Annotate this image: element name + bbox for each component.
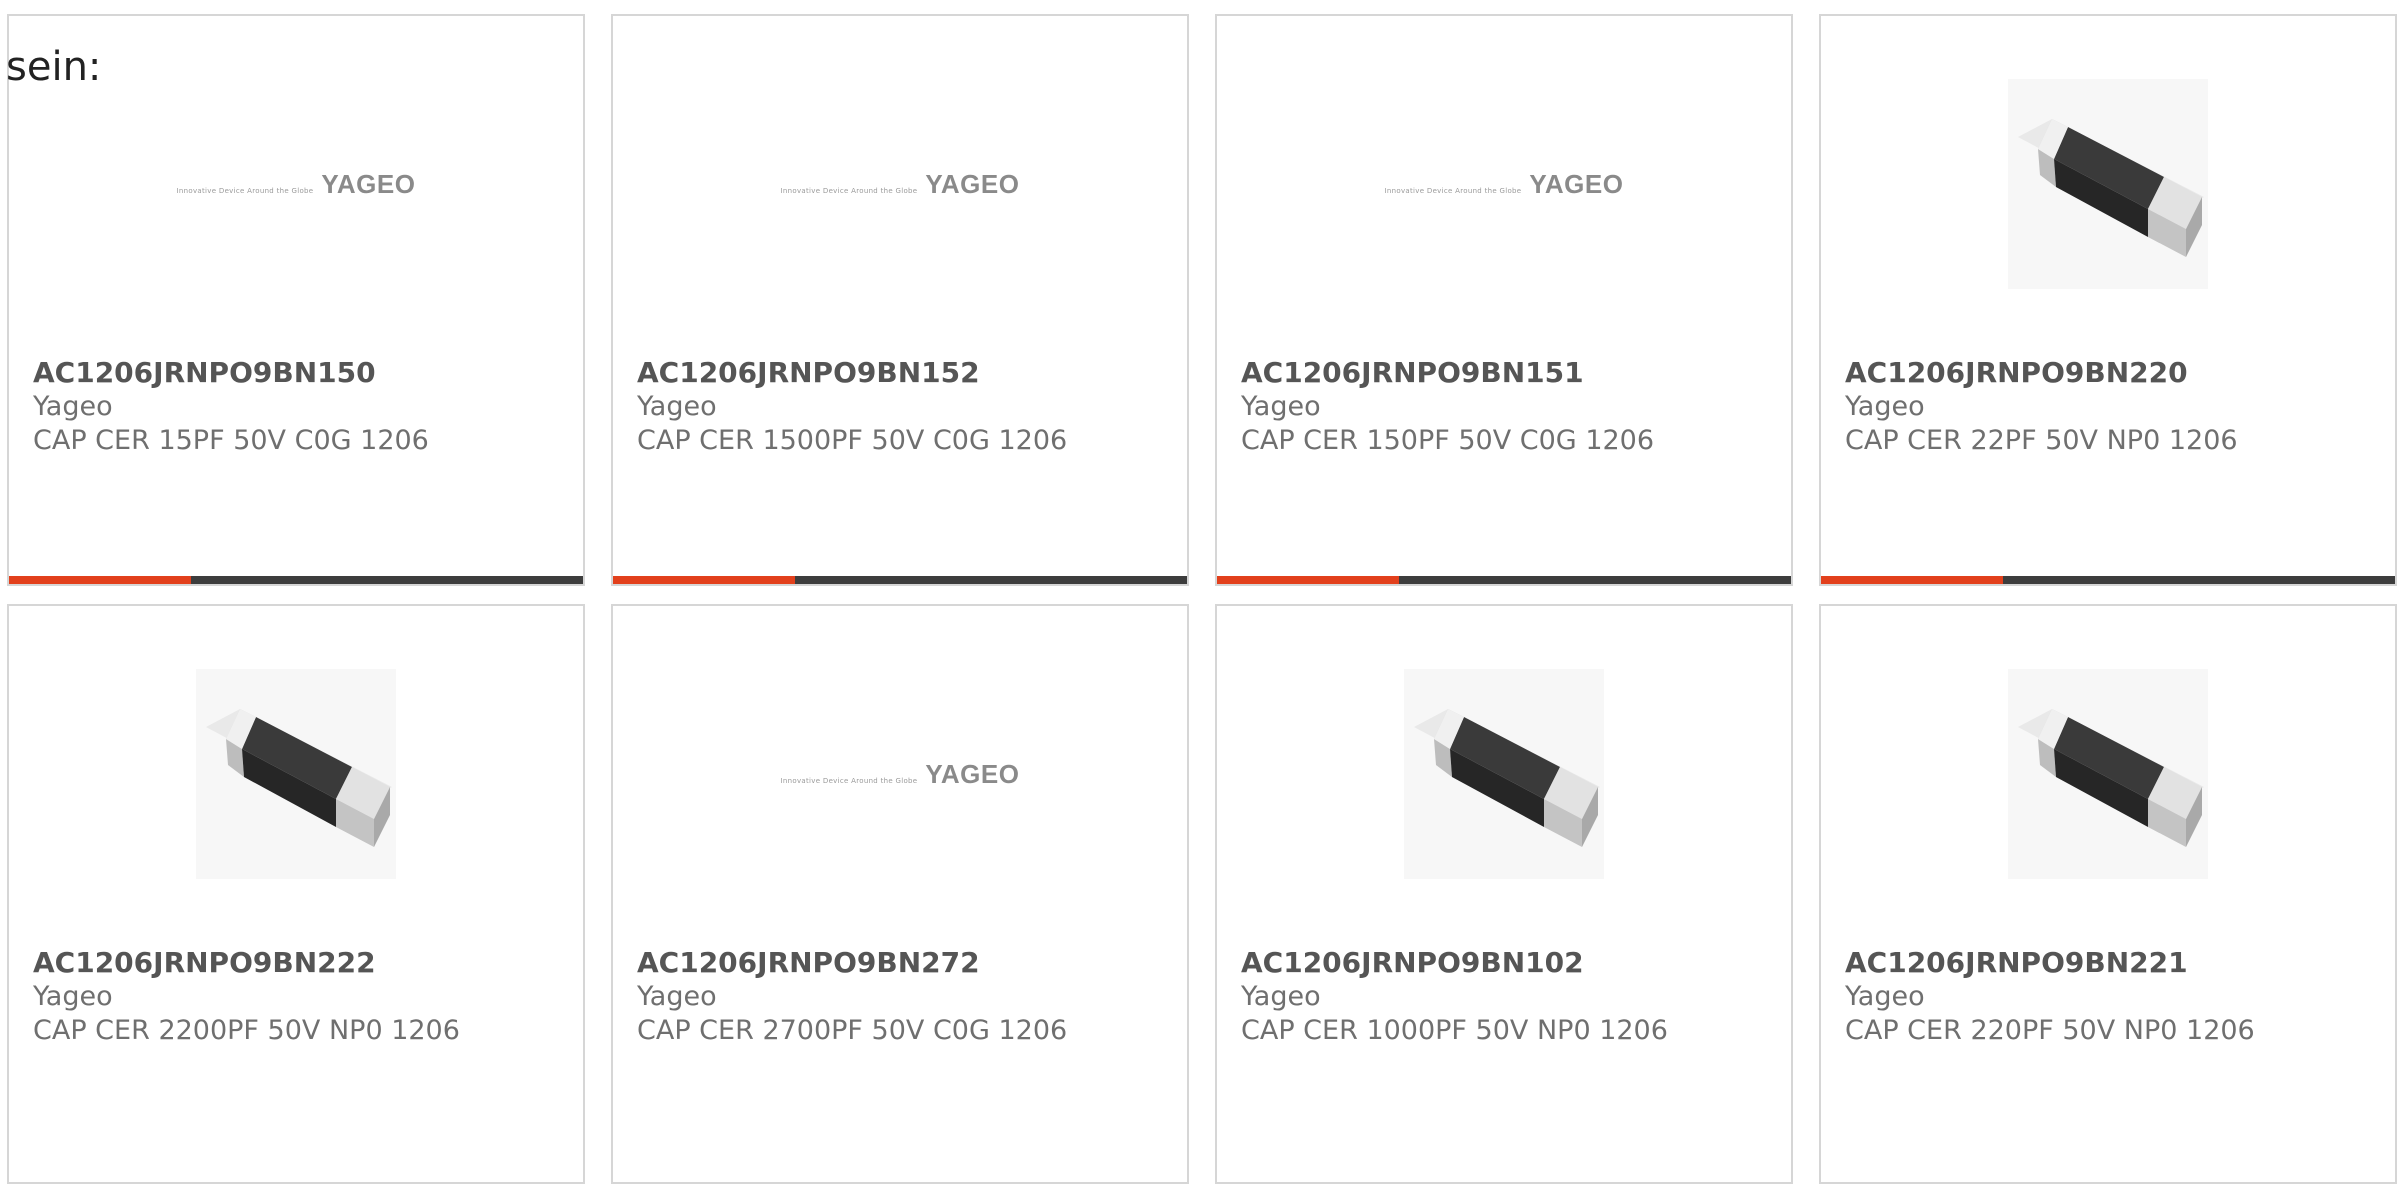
part-number[interactable]: AC1206JRNPO9BN220 — [1845, 356, 2238, 390]
intro-text: sein: — [6, 44, 102, 90]
product-grid: Innovative Device Around the Globe YAGEO A… — [7, 14, 2400, 1184]
card-accent-highlight — [9, 576, 191, 584]
product-image[interactable]: Innovative Device Around the Globe YAGEO — [1217, 74, 1791, 294]
product-image[interactable]: Innovative Device Around the Globe YAGEO — [9, 74, 583, 294]
product-image[interactable] — [1821, 74, 2395, 294]
product-info: AC1206JRNPO9BN220 Yageo CAP CER 22PF 50V N… — [1845, 356, 2238, 458]
card-accent-highlight — [1217, 576, 1399, 584]
description: CAP CER 220PF 50V NP0 1206 — [1845, 1015, 2255, 1046]
logo-wordmark: YAGEO — [925, 168, 1020, 199]
description: CAP CER 22PF 50V NP0 1206 — [1845, 425, 2238, 456]
manufacturer: Yageo — [1845, 391, 1925, 422]
manufacturer: Yageo — [1241, 391, 1321, 422]
product-card[interactable]: AC1206JRNPO9BN102 Yageo CAP CER 1000PF 50V… — [1215, 604, 1793, 1184]
manufacturer: Yageo — [33, 391, 113, 422]
manufacturer: Yageo — [637, 391, 717, 422]
card-accent-bar — [9, 576, 583, 584]
chip-capacitor-image — [2008, 79, 2208, 289]
product-info: AC1206JRNPO9BN272 Yageo CAP CER 2700PF 50V… — [637, 946, 1067, 1048]
product-card[interactable]: AC1206JRNPO9BN220 Yageo CAP CER 22PF 50V N… — [1819, 14, 2397, 586]
manufacturer: Yageo — [1845, 981, 1925, 1012]
description: CAP CER 2700PF 50V C0G 1206 — [637, 1015, 1068, 1046]
product-image[interactable] — [1821, 664, 2395, 884]
product-info: AC1206JRNPO9BN150 Yageo CAP CER 15PF 50V C… — [33, 356, 429, 458]
product-image[interactable]: Innovative Device Around the Globe YAGEO — [613, 664, 1187, 884]
logo-tagline: Innovative Device Around the Globe — [780, 186, 918, 195]
product-card[interactable]: Innovative Device Around the Globe YAGEO A… — [1215, 14, 1793, 586]
product-info: AC1206JRNPO9BN221 Yageo CAP CER 220PF 50V … — [1845, 946, 2255, 1048]
description: CAP CER 150PF 50V C0G 1206 — [1241, 425, 1655, 456]
yageo-logo: Innovative Device Around the Globe YAGEO — [177, 169, 416, 200]
product-info: AC1206JRNPO9BN151 Yageo CAP CER 150PF 50V … — [1241, 356, 1654, 458]
part-number[interactable]: AC1206JRNPO9BN151 — [1241, 356, 1654, 390]
part-number[interactable]: AC1206JRNPO9BN152 — [637, 356, 1067, 390]
yageo-logo: Innovative Device Around the Globe YAGEO — [781, 169, 1020, 200]
product-image[interactable]: Innovative Device Around the Globe YAGEO — [613, 74, 1187, 294]
logo-wordmark: YAGEO — [321, 168, 416, 199]
manufacturer: Yageo — [637, 981, 717, 1012]
logo-tagline: Innovative Device Around the Globe — [780, 776, 918, 785]
chip-capacitor-image — [2008, 669, 2208, 879]
product-card[interactable]: AC1206JRNPO9BN221 Yageo CAP CER 220PF 50V … — [1819, 604, 2397, 1184]
yageo-logo: Innovative Device Around the Globe YAGEO — [781, 759, 1020, 790]
logo-wordmark: YAGEO — [1529, 168, 1624, 199]
product-card[interactable]: Innovative Device Around the Globe YAGEO A… — [611, 604, 1189, 1184]
product-card[interactable]: Innovative Device Around the Globe YAGEO A… — [611, 14, 1189, 586]
part-number[interactable]: AC1206JRNPO9BN221 — [1845, 946, 2255, 980]
description: CAP CER 2200PF 50V NP0 1206 — [33, 1015, 460, 1046]
card-accent-bar — [613, 576, 1187, 584]
product-info: AC1206JRNPO9BN152 Yageo CAP CER 1500PF 50V… — [637, 356, 1067, 458]
product-card[interactable]: AC1206JRNPO9BN222 Yageo CAP CER 2200PF 50V… — [7, 604, 585, 1184]
description: CAP CER 1500PF 50V C0G 1206 — [637, 425, 1068, 456]
chip-capacitor-image — [196, 669, 396, 879]
manufacturer: Yageo — [1241, 981, 1321, 1012]
chip-capacitor-image — [1404, 669, 1604, 879]
card-accent-highlight — [613, 576, 795, 584]
product-image[interactable] — [1217, 664, 1791, 884]
product-info: AC1206JRNPO9BN222 Yageo CAP CER 2200PF 50V… — [33, 946, 460, 1048]
logo-wordmark: YAGEO — [925, 758, 1020, 789]
manufacturer: Yageo — [33, 981, 113, 1012]
part-number[interactable]: AC1206JRNPO9BN150 — [33, 356, 429, 390]
product-image[interactable] — [9, 664, 583, 884]
card-accent-bar — [1821, 576, 2395, 584]
product-card[interactable]: Innovative Device Around the Globe YAGEO A… — [7, 14, 585, 586]
logo-tagline: Innovative Device Around the Globe — [1384, 186, 1522, 195]
logo-tagline: Innovative Device Around the Globe — [176, 186, 314, 195]
product-info: AC1206JRNPO9BN102 Yageo CAP CER 1000PF 50V… — [1241, 946, 1668, 1048]
description: CAP CER 15PF 50V C0G 1206 — [33, 425, 429, 456]
part-number[interactable]: AC1206JRNPO9BN272 — [637, 946, 1067, 980]
part-number[interactable]: AC1206JRNPO9BN102 — [1241, 946, 1668, 980]
card-accent-highlight — [1821, 576, 2003, 584]
card-accent-bar — [1217, 576, 1791, 584]
yageo-logo: Innovative Device Around the Globe YAGEO — [1385, 169, 1624, 200]
description: CAP CER 1000PF 50V NP0 1206 — [1241, 1015, 1668, 1046]
part-number[interactable]: AC1206JRNPO9BN222 — [33, 946, 460, 980]
